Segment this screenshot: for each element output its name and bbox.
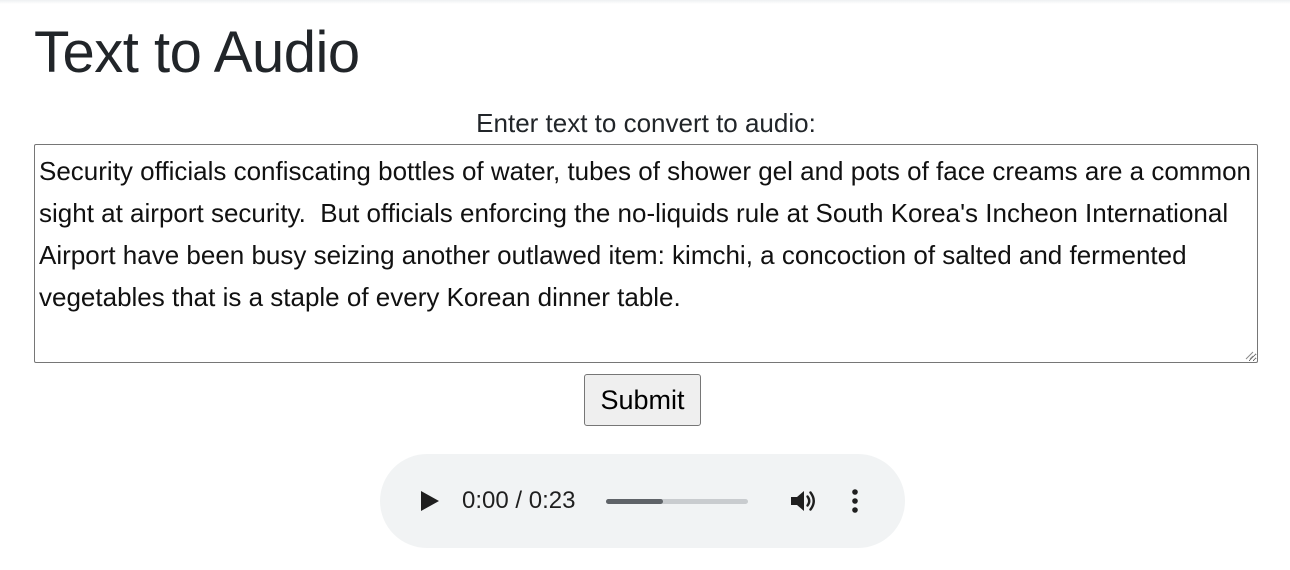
page-title: Text to Audio [34,20,360,85]
audio-player[interactable]: 0:00 / 0:23 [380,454,905,548]
time-display: 0:00 / 0:23 [462,487,576,514]
more-options-icon[interactable] [850,487,860,515]
text-input-label: Enter text to convert to audio: [476,108,816,138]
submit-button[interactable]: Submit [584,374,701,426]
progress-fill [606,499,663,504]
volume-icon[interactable] [788,487,818,515]
text-input-area[interactable]: Security officials confiscating bottles … [34,144,1258,363]
play-icon[interactable] [416,487,442,515]
resize-grip-icon[interactable] [1244,350,1254,360]
progress-slider[interactable] [606,497,748,505]
top-divider [0,0,1290,4]
